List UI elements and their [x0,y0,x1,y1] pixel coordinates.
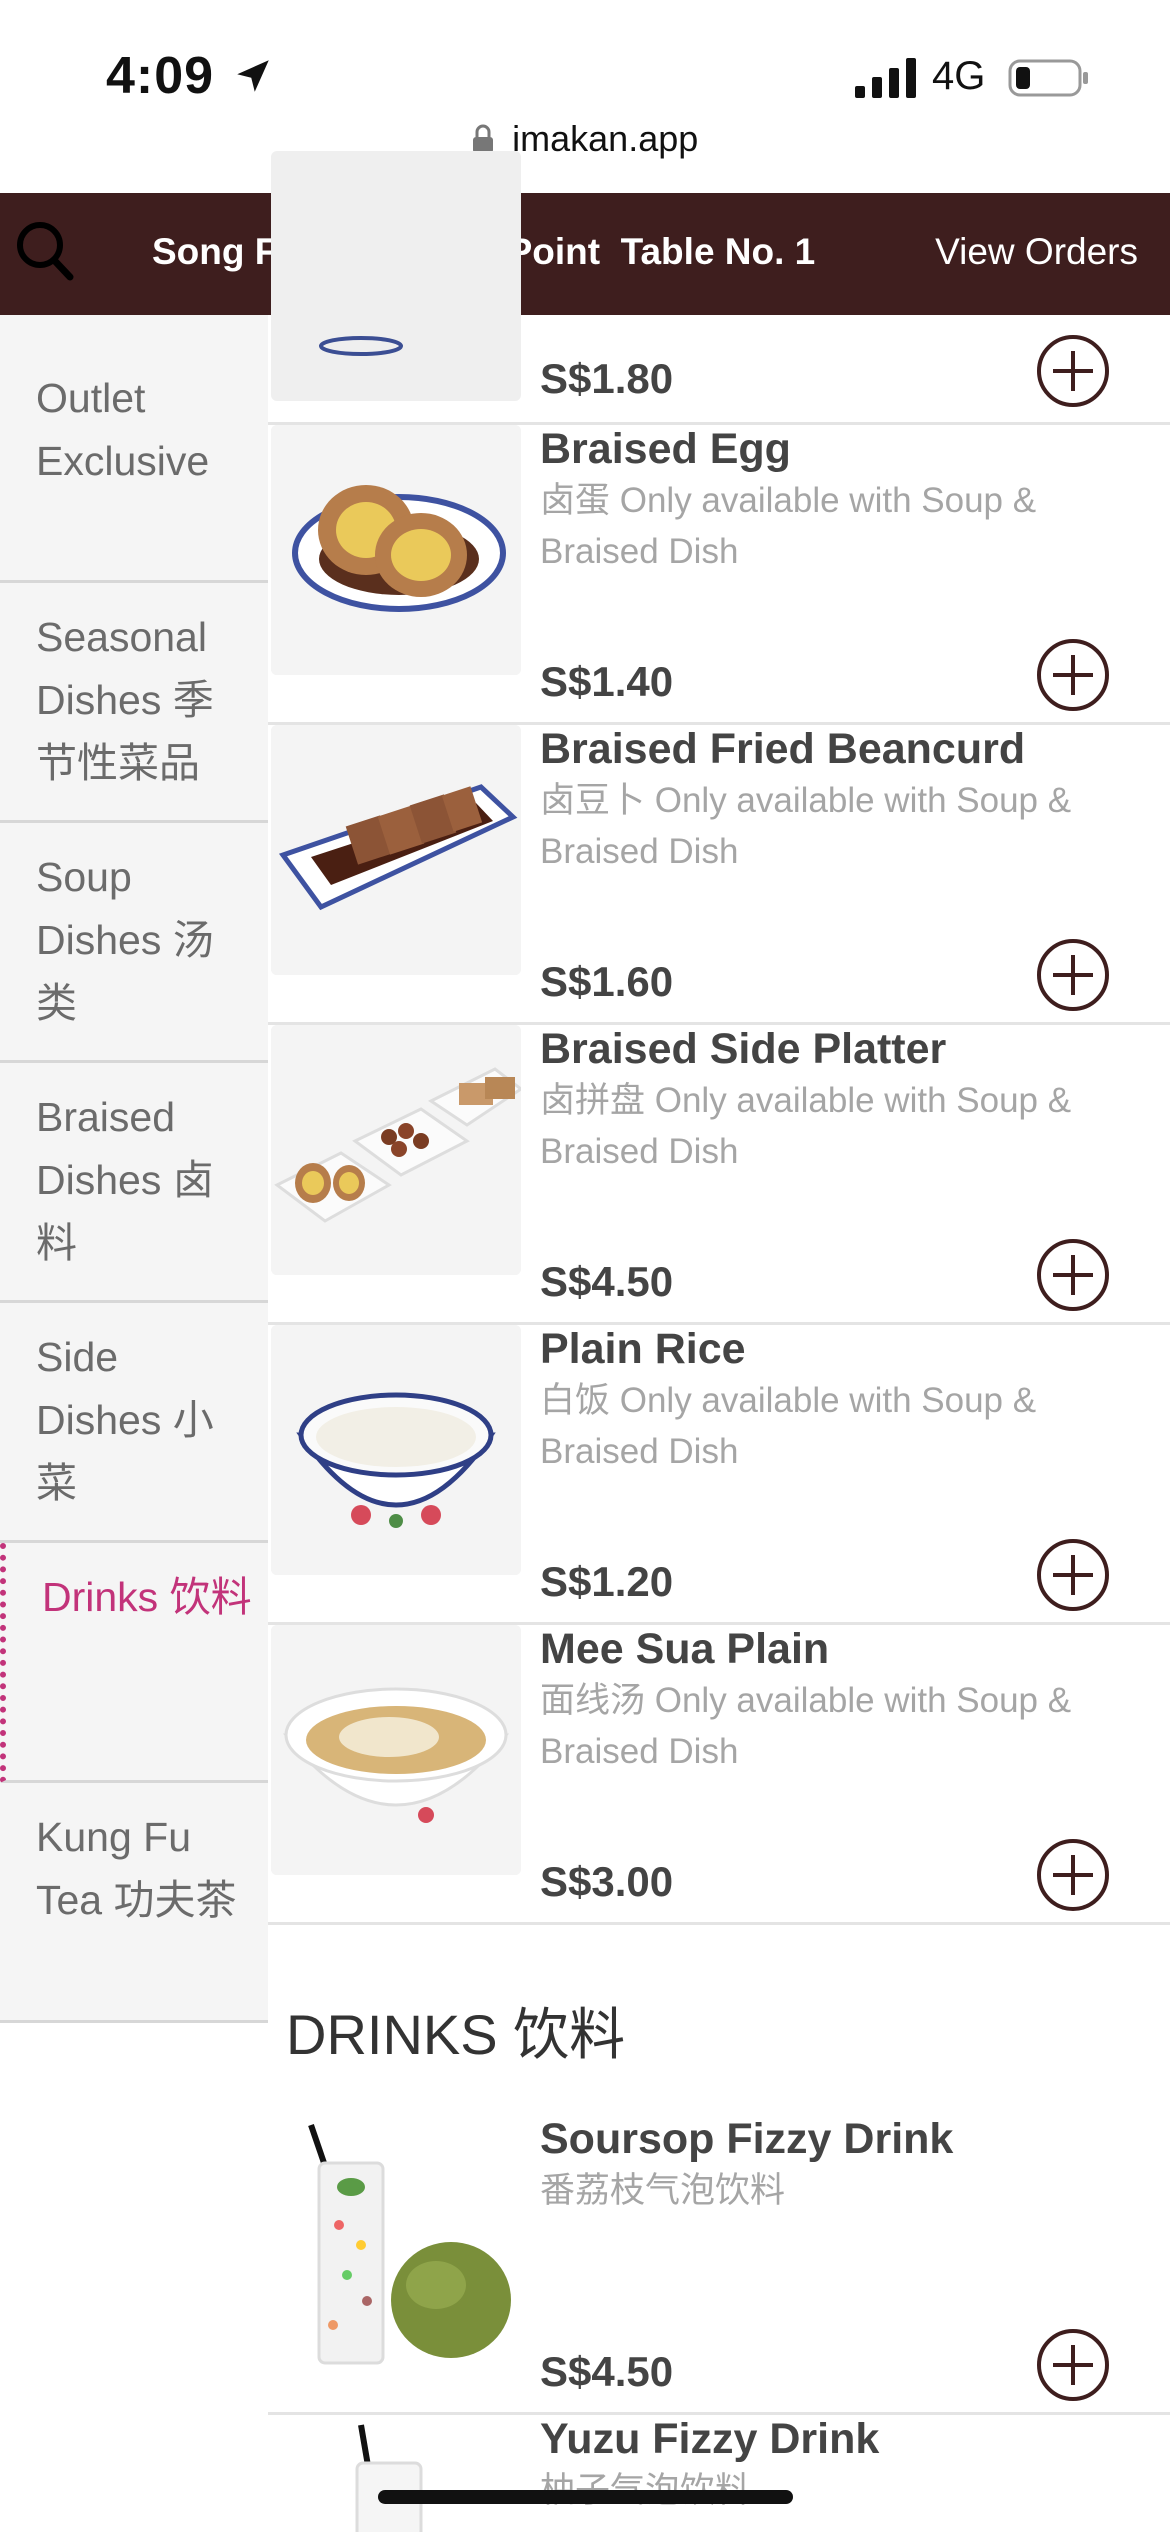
menu-item[interactable]: S$1.80 [268,125,1170,425]
network-type: 4G [932,54,986,98]
menu-item[interactable]: Mee Sua Plain 面线汤 Only available with So… [268,1625,1170,1925]
add-item-icon[interactable] [1035,1537,1111,1613]
sidebar-item-label: Side Dishes 小菜 [36,1334,214,1506]
dish-image [271,425,521,675]
section-title-drinks: DRINKS 饮料 [286,2003,626,2066]
item-price: S$4.50 [540,1258,674,1305]
dish-image [271,1025,521,1275]
item-price: S$1.20 [540,1558,674,1605]
menu-list: S$1.80 Braised Egg 卤蛋 Only available wit… [268,151,1170,2532]
item-description: 卤蛋 Only available with Soup & Braised Di… [540,481,1037,571]
location-arrow-icon [237,60,269,92]
dish-image [271,151,521,401]
item-description: 白饭 Only available with Soup & Braised Di… [540,1381,1037,1471]
sidebar-item-seasonal-dishes[interactable]: Seasonal Dishes 季节性菜品 [0,583,268,823]
item-description: 面线汤 Only available with Soup & Braised D… [540,1681,1072,1771]
status-time: 4:09 [106,47,215,105]
sidebar-item-label: Braised Dishes 卤料 [36,1094,214,1266]
dish-image [271,1325,521,1575]
item-description: 卤拼盘 Only available with Soup & Braised D… [540,1081,1072,1171]
sidebar-item-side-dishes[interactable]: Side Dishes 小菜 [0,1303,268,1543]
menu-item[interactable]: Braised Egg 卤蛋 Only available with Soup … [268,425,1170,725]
item-name: Plain Rice [540,1325,746,1373]
sidebar-item-label: Drinks 饮料 [42,1574,252,1620]
sidebar-item-label: Soup Dishes 汤类 [36,854,214,1026]
menu-item[interactable]: Soursop Fizzy Drink 番荔枝气泡饮料 S$4.50 [268,2115,1170,2415]
item-name: Braised Side Platter [540,1025,947,1073]
item-price: S$1.60 [540,958,674,1005]
item-name: Mee Sua Plain [540,1625,830,1673]
item-name: Braised Egg [540,425,791,473]
menu-item[interactable]: Braised Side Platter 卤拼盘 Only available … [268,1025,1170,1325]
menu-item[interactable]: Braised Fried Beancurd 卤豆卜 Only availabl… [268,725,1170,1025]
sidebar-item-label: Outlet Exclusive [36,375,210,484]
dish-image [271,725,521,975]
item-price: S$1.80 [540,355,674,402]
add-item-icon[interactable] [1035,1237,1111,1313]
status-bar: 4:09 4G [0,0,1170,130]
category-sidebar: Outlet Exclusive Seasonal Dishes 季节性菜品 S… [0,315,268,2023]
search-icon[interactable] [14,217,76,283]
home-indicator[interactable] [378,2490,793,2504]
drink-image [271,2115,521,2365]
add-item-icon[interactable] [1035,1837,1111,1913]
item-description: 卤豆卜 Only available with Soup & Braised D… [540,781,1072,871]
item-price: S$4.50 [540,2348,674,2395]
sidebar-item-braised-dishes[interactable]: Braised Dishes 卤料 [0,1063,268,1303]
sidebar-item-kung-fu-tea[interactable]: Kung Fu Tea 功夫茶 [0,1783,268,2023]
sidebar-item-drinks[interactable]: Drinks 饮料 [0,1543,268,1783]
item-name: Braised Fried Beancurd [540,725,1026,773]
menu-item[interactable]: Plain Rice 白饭 Only available with Soup &… [268,1325,1170,1625]
add-item-icon[interactable] [1035,937,1111,1013]
sidebar-item-label: Kung Fu Tea 功夫茶 [36,1814,237,1923]
item-name: Yuzu Fizzy Drink [540,2415,880,2463]
sidebar-item-label: Seasonal Dishes 季节性菜品 [36,614,214,786]
item-price: S$1.40 [540,658,674,705]
add-item-icon[interactable] [1035,333,1111,409]
item-description: 番荔枝气泡饮料 [540,2171,786,2210]
dish-image [271,1625,521,1875]
sidebar-item-outlet-exclusive[interactable]: Outlet Exclusive [0,315,268,583]
drink-image [271,2415,521,2532]
signal-strength-icon [855,58,916,98]
battery-icon [1008,59,1088,97]
add-item-icon[interactable] [1035,637,1111,713]
sidebar-item-soup-dishes[interactable]: Soup Dishes 汤类 [0,823,268,1063]
add-item-icon[interactable] [1035,2327,1111,2403]
item-price: S$3.00 [540,1858,674,1905]
menu-item[interactable]: Yuzu Fizzy Drink 柚子气泡饮料 [268,2415,1170,2532]
item-name: Soursop Fizzy Drink [540,2115,954,2163]
